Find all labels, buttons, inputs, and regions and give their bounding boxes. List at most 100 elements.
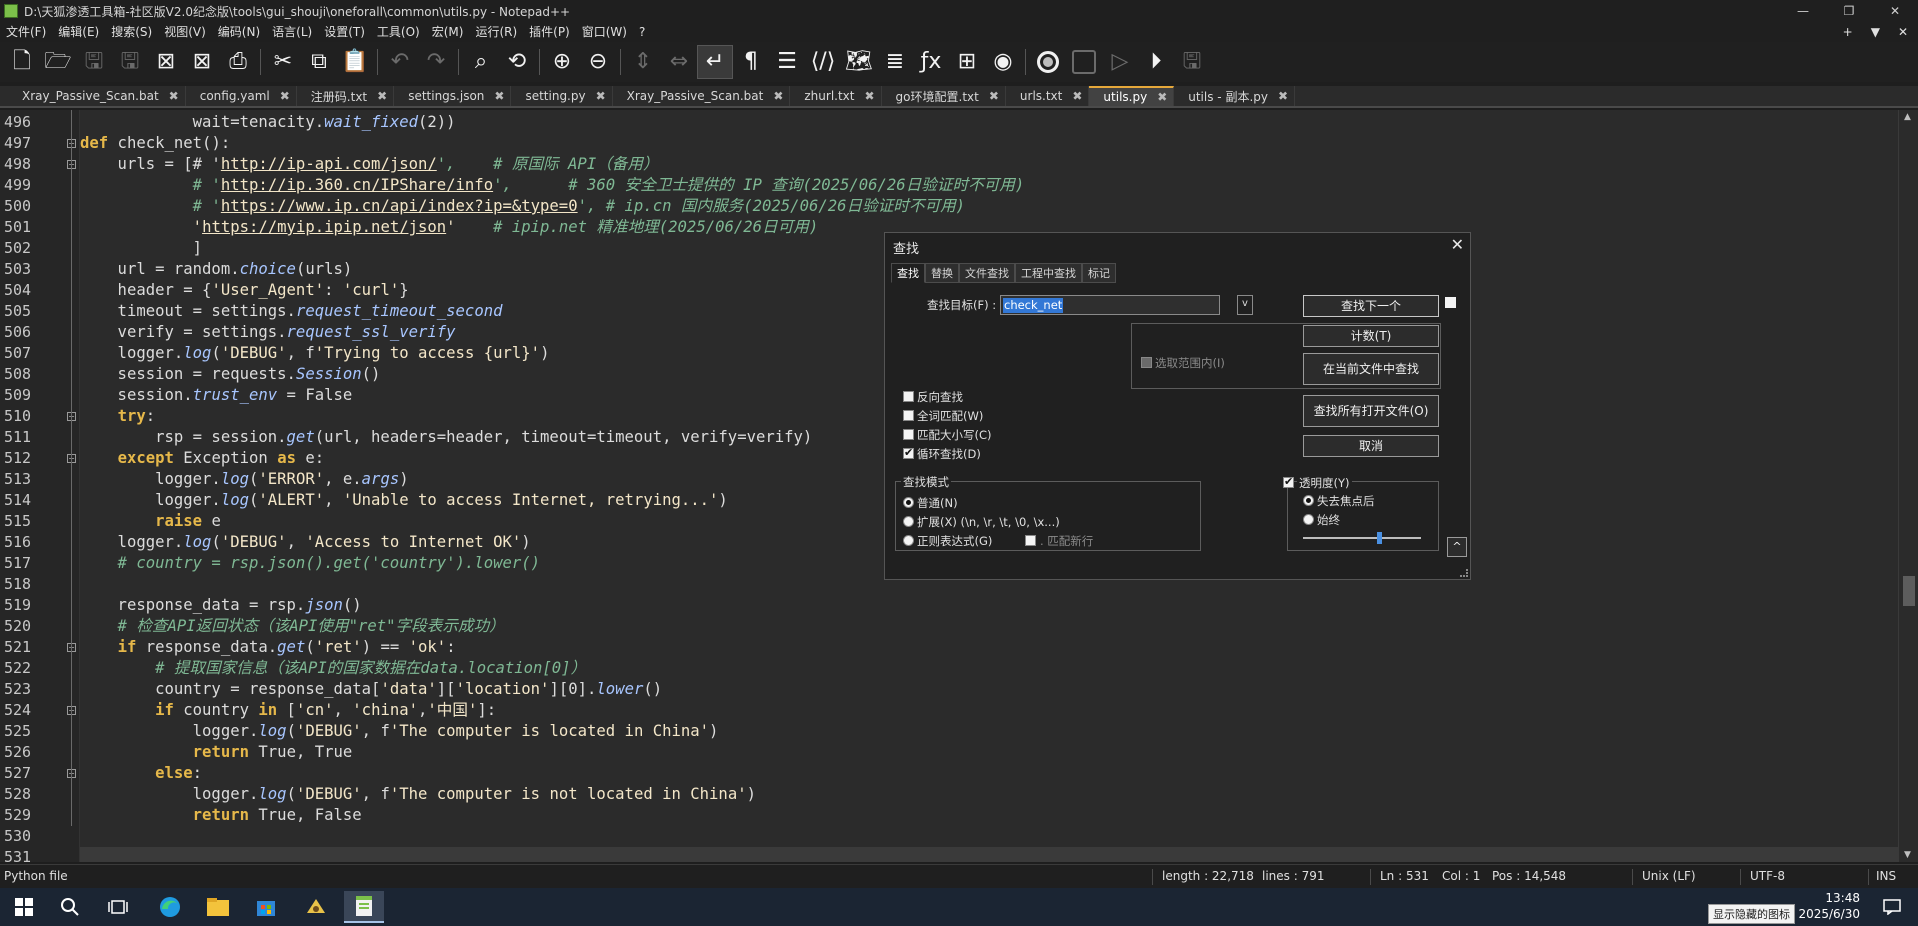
whole-word-checkbox[interactable] (903, 410, 914, 421)
code-line[interactable]: response_data = rsp.json() (80, 595, 1898, 616)
windows-start-icon[interactable] (4, 891, 44, 923)
transparency-on-lose-focus-radio[interactable] (1303, 495, 1314, 506)
tab-find-in-projects[interactable]: 工程中查找 (1015, 263, 1082, 283)
new-tab-button[interactable]: + (1843, 22, 1853, 42)
scrollbar-thumb[interactable] (1903, 576, 1915, 606)
menu-macro[interactable]: 宏(M) (426, 22, 470, 42)
tab-close-icon[interactable]: ✖ (280, 89, 290, 103)
tab-close-icon[interactable]: ✖ (773, 89, 783, 103)
word-wrap-icon[interactable]: ↵ (697, 45, 733, 79)
maximize-button[interactable]: ❐ (1826, 0, 1872, 22)
show-all-chars-icon[interactable]: ¶ (733, 45, 769, 79)
scroll-down-arrow-icon[interactable]: ▼ (1904, 850, 1911, 860)
backward-checkbox[interactable] (903, 391, 914, 402)
in-selection-checkbox[interactable] (1141, 357, 1152, 368)
transparency-slider-thumb[interactable] (1377, 532, 1382, 544)
tab-xray-passive-scan-bat[interactable]: Xray_Passive_Scan.bat ✖ (8, 86, 186, 106)
tab-close-icon[interactable]: ✖ (377, 89, 387, 103)
code-line[interactable]: if response_data.get('ret') == 'ok': (80, 637, 1898, 658)
tab-find[interactable]: 查找 (891, 263, 925, 283)
zoom-in-icon[interactable]: ⊕ (544, 45, 580, 79)
run-macro-multiple-icon[interactable]: ⏵ (1138, 45, 1174, 79)
cancel-button[interactable]: 取消 (1303, 435, 1439, 457)
tab-config-yaml[interactable]: config.yaml ✖ (186, 86, 297, 106)
code-line[interactable]: if country in ['cn', 'china','中国']: (80, 700, 1898, 721)
copy-icon[interactable]: ⧉ (301, 45, 337, 79)
tab-close-icon[interactable]: ✖ (989, 89, 999, 103)
tab-urls-txt[interactable]: urls.txt ✖ (1006, 86, 1090, 106)
find-in-current-file-button[interactable]: 在当前文件中查找 (1303, 353, 1439, 385)
code-line[interactable]: # 提取国家信息（该API的国家数据在data.location[0]） (80, 658, 1898, 679)
count-button[interactable]: 计数(T) (1303, 325, 1439, 347)
menu-window[interactable]: 窗口(W) (576, 22, 633, 42)
redo-icon[interactable]: ↷ (418, 45, 454, 79)
chevron-up-icon[interactable]: ^ (1447, 537, 1467, 557)
wrap-around-checkbox[interactable] (903, 446, 914, 459)
close-window-button[interactable]: ✕ (1872, 0, 1918, 22)
transparency-checkbox[interactable] (1283, 475, 1294, 488)
store-icon[interactable] (246, 891, 286, 923)
code-line[interactable] (80, 847, 1898, 862)
tab-close-icon[interactable]: ✖ (494, 89, 504, 103)
stop-macro-icon[interactable] (1066, 45, 1102, 79)
monitoring-icon[interactable]: ◉ (985, 45, 1021, 79)
direction-toggle-button[interactable] (1445, 297, 1456, 308)
mode-normal-radio[interactable] (903, 497, 914, 508)
sync-vertical-icon[interactable]: ⇕ (625, 45, 661, 79)
new-file-icon[interactable]: 🗋 (4, 45, 40, 79)
code-line[interactable]: # 'https://www.ip.cn/api/index?ip=&type=… (80, 196, 1898, 217)
status-eol[interactable]: Unix (LF) (1642, 865, 1696, 888)
tab-close-icon[interactable]: ✖ (169, 89, 179, 103)
folder-workspace-icon[interactable]: ⊞ (949, 45, 985, 79)
tab-register-txt[interactable]: 注册码.txt ✖ (297, 86, 395, 106)
zoom-out-icon[interactable]: ⊖ (580, 45, 616, 79)
tab-setting-py[interactable]: setting.py ✖ (511, 86, 613, 106)
mode-regex-radio[interactable] (903, 535, 914, 546)
tab-list-button[interactable]: ▼ (1871, 22, 1880, 42)
code-line[interactable]: logger.log('DEBUG', f'The computer is no… (80, 784, 1898, 805)
menu-edit[interactable]: 编辑(E) (52, 22, 105, 42)
sync-horizontal-icon[interactable]: ⇔ (661, 45, 697, 79)
status-encoding[interactable]: UTF-8 (1750, 865, 1785, 888)
tab-close-icon[interactable]: ✖ (1157, 90, 1167, 104)
close-all-icon[interactable]: ⊠ (184, 45, 220, 79)
close-icon[interactable]: ✕ (1451, 235, 1464, 254)
save-all-icon[interactable]: 🖫 (112, 45, 148, 79)
mode-extended-radio[interactable] (903, 516, 914, 527)
menu-view[interactable]: 视图(V) (158, 22, 212, 42)
taskbar-clock[interactable]: 13:48 2025/6/30 (1798, 890, 1860, 922)
find-target-input[interactable]: check_net (1000, 295, 1220, 315)
menu-encoding[interactable]: 编码(N) (212, 22, 266, 42)
code-line[interactable]: else: (80, 763, 1898, 784)
cut-icon[interactable]: ✂ (265, 45, 301, 79)
resize-grip-icon[interactable] (1460, 569, 1468, 577)
xml-tag-icon[interactable]: ⟨/⟩ (805, 45, 841, 79)
function-icon[interactable]: ƒx (913, 45, 949, 79)
tab-go-env-txt[interactable]: go环境配置.txt ✖ (882, 86, 1006, 106)
tab-replace[interactable]: 替换 (925, 263, 959, 283)
find-next-button[interactable]: 查找下一个 (1303, 295, 1439, 317)
scroll-up-arrow-icon[interactable]: ▲ (1904, 112, 1911, 122)
menu-help[interactable]: ? (633, 22, 651, 42)
code-line[interactable]: # 'http://ip.360.cn/IPShare/info', # 360… (80, 175, 1898, 196)
close-icon[interactable]: ⊠ (148, 45, 184, 79)
open-folder-icon[interactable]: 🗁 (40, 45, 76, 79)
code-line[interactable]: logger.log('DEBUG', f'The computer is lo… (80, 721, 1898, 742)
menu-language[interactable]: 语言(L) (266, 22, 318, 42)
dot-matches-newline-checkbox[interactable] (1025, 535, 1036, 546)
tab-utils-copy-py[interactable]: utils - 副本.py ✖ (1174, 86, 1296, 106)
find-in-all-open-files-button[interactable]: 查找所有打开文件(O) (1303, 395, 1439, 427)
status-insert-mode[interactable]: INS (1876, 865, 1896, 888)
code-line[interactable]: wait=tenacity.wait_fixed(2)) (80, 112, 1898, 133)
indent-guide-icon[interactable]: ☰ (769, 45, 805, 79)
match-case-checkbox[interactable] (903, 429, 914, 440)
edge-browser-icon[interactable] (150, 891, 190, 923)
code-line[interactable]: return True, False (80, 805, 1898, 826)
transparency-slider-track[interactable] (1303, 537, 1421, 539)
chevron-down-icon[interactable]: v (1237, 295, 1253, 315)
document-map-icon[interactable]: 🗺 (841, 45, 877, 79)
menu-plugins[interactable]: 插件(P) (523, 22, 576, 42)
tab-mark[interactable]: 标记 (1082, 263, 1116, 283)
transparency-always-radio[interactable] (1303, 514, 1314, 525)
tab-close-icon[interactable]: ✖ (864, 89, 874, 103)
